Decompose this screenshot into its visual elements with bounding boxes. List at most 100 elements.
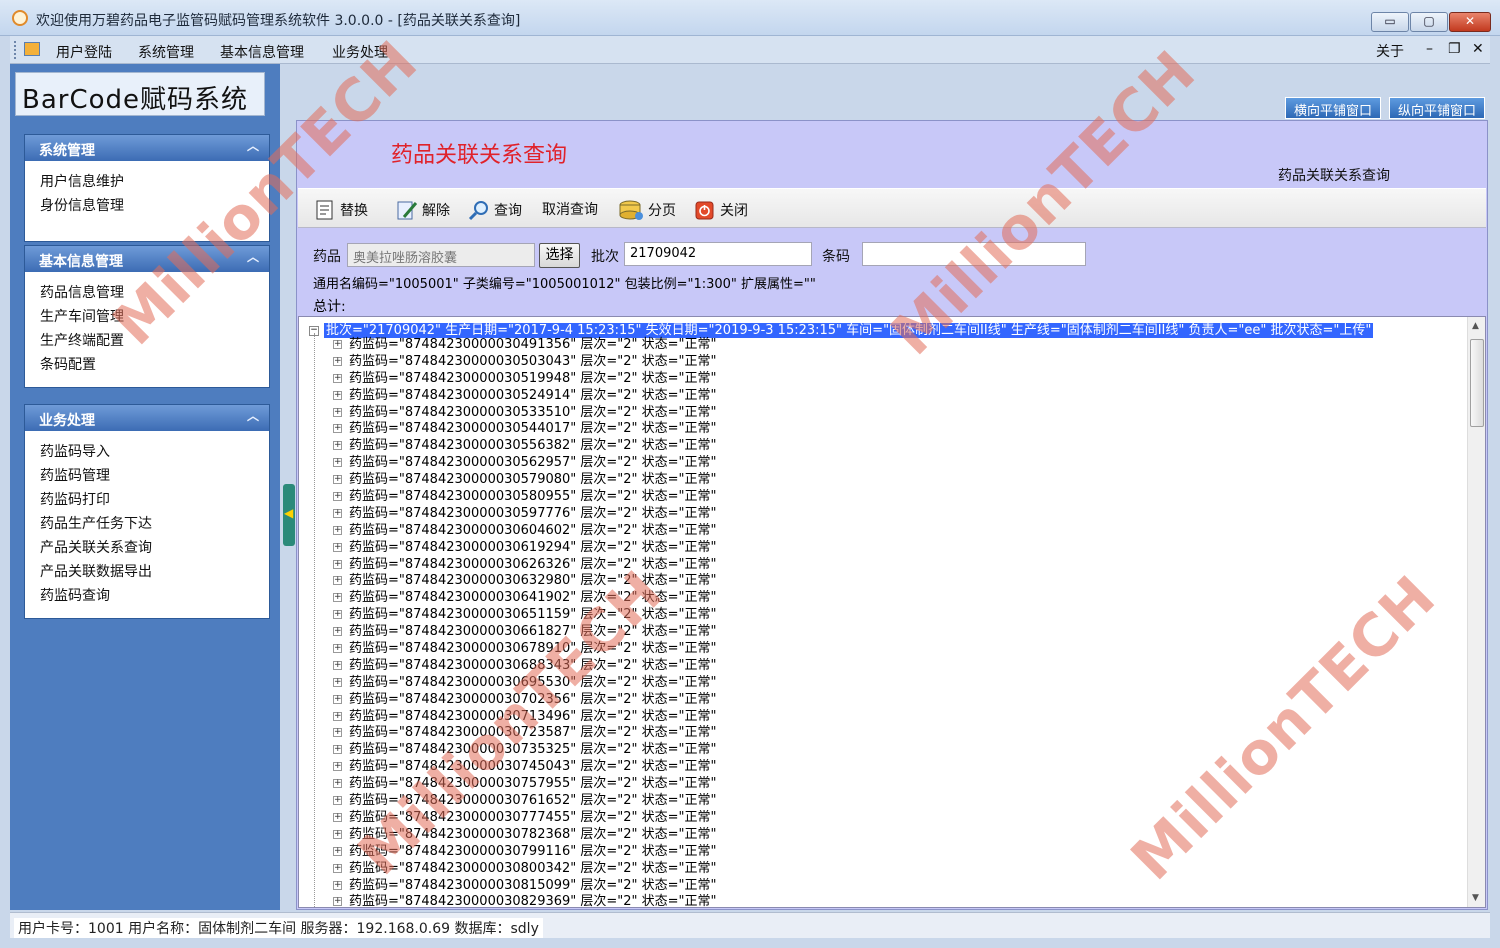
tree-node[interactable]: + 药监码="87484230000030761652" 层次="2" 状态="正… [333,792,1453,809]
mdi-window-icon[interactable] [24,42,40,56]
nav-item-drug-info[interactable]: 药品信息管理 [25,279,269,303]
scroll-down-icon[interactable]: ▼ [1472,893,1479,903]
menu-basic-info[interactable]: 基本信息管理 [220,42,304,62]
expand-icon[interactable]: + [333,356,342,366]
tree-node-label[interactable]: 药监码="87484230000030632980" 层次="2" 状态="正常… [349,573,717,588]
tile-vertical-button[interactable]: 纵向平铺窗口 [1389,97,1486,119]
tree-node-label[interactable]: 药监码="87484230000030800342" 层次="2" 状态="正常… [349,861,717,876]
tree-node-label[interactable]: 药监码="87484230000030651159" 层次="2" 状态="正常… [349,607,717,622]
nav-group-header[interactable]: 系统管理 ︿ [25,135,269,161]
nav-item-workshop[interactable]: 生产车间管理 [25,303,269,327]
cancel-query-button[interactable]: 取消查询 [542,199,598,221]
expand-icon[interactable]: + [333,796,342,806]
nav-item-relation-query[interactable]: 产品关联关系查询 [25,534,269,558]
menu-about[interactable]: 关于 [1376,41,1404,61]
expand-icon[interactable]: + [333,542,342,552]
expand-icon[interactable]: + [333,660,342,670]
close-window-button[interactable]: ✕ [1449,12,1491,32]
tree-node[interactable]: + 药监码="87484230000030503043" 层次="2" 状态="正… [333,353,1453,370]
tree-node[interactable]: + 药监码="87484230000030651159" 层次="2" 状态="正… [333,606,1453,623]
expand-icon[interactable]: + [333,897,342,907]
tree-node[interactable]: + 药监码="87484230000030723587" 层次="2" 状态="正… [333,724,1453,741]
relation-tree[interactable]: − 批次="21709042" 生产日期="2017-9-4 15:23:15" … [298,316,1486,908]
expand-icon[interactable]: + [333,475,342,485]
tree-node[interactable]: + 药监码="87484230000030661827" 层次="2" 状态="正… [333,623,1453,640]
expand-icon[interactable]: + [333,745,342,755]
expand-icon[interactable]: + [333,390,342,400]
paging-button[interactable]: 分页 [618,199,676,221]
expand-icon[interactable]: + [333,559,342,569]
tree-node-label[interactable]: 药监码="87484230000030777455" 层次="2" 状态="正常… [349,810,717,825]
nav-item-code-management[interactable]: 药监码管理 [25,462,269,486]
nav-item-terminal-config[interactable]: 生产终端配置 [25,327,269,351]
tree-node[interactable]: + 药监码="87484230000030597776" 层次="2" 状态="正… [333,505,1453,522]
panel-splitter[interactable]: ◀ [283,484,295,546]
tree-node[interactable]: + 药监码="87484230000030799116" 层次="2" 状态="正… [333,843,1453,860]
expand-icon[interactable]: + [333,610,342,620]
tree-node-label[interactable]: 药监码="87484230000030524914" 层次="2" 状态="正常… [349,388,717,403]
menu-business[interactable]: 业务处理 [332,42,388,62]
tree-node-label[interactable]: 药监码="87484230000030519948" 层次="2" 状态="正常… [349,371,717,386]
tree-node-label[interactable]: 药监码="87484230000030723587" 层次="2" 状态="正常… [349,725,717,740]
maximize-button[interactable]: ▢ [1410,12,1448,32]
expand-icon[interactable]: + [333,863,342,873]
expand-icon[interactable]: + [333,407,342,417]
scrollbar-thumb[interactable] [1470,339,1484,427]
tree-node[interactable]: + 药监码="87484230000030580955" 层次="2" 状态="正… [333,488,1453,505]
tree-node[interactable]: + 药监码="87484230000030619294" 层次="2" 状态="正… [333,539,1453,556]
tree-node[interactable]: + 药监码="87484230000030579080" 层次="2" 状态="正… [333,471,1453,488]
nav-item-code-query[interactable]: 药监码查询 [25,582,269,606]
tree-node[interactable]: + 药监码="87484230000030562957" 层次="2" 状态="正… [333,454,1453,471]
tree-node[interactable]: + 药监码="87484230000030777455" 层次="2" 状态="正… [333,809,1453,826]
tree-node-label[interactable]: 药监码="87484230000030619294" 层次="2" 状态="正常… [349,540,717,555]
expand-icon[interactable]: + [333,728,342,738]
tree-node-label[interactable]: 药监码="87484230000030702356" 层次="2" 状态="正常… [349,692,717,707]
nav-group-header[interactable]: 基本信息管理 ︿ [25,246,269,272]
tree-node[interactable]: + 药监码="87484230000030533510" 层次="2" 状态="正… [333,404,1453,421]
nav-group-header[interactable]: 业务处理 ︿ [25,405,269,431]
collapse-icon[interactable]: − [309,325,319,336]
vertical-scrollbar[interactable]: ▲ ▼ [1467,317,1485,907]
expand-icon[interactable]: + [333,779,342,789]
tree-node[interactable]: + 药监码="87484230000030829369" 层次="2" 状态="正… [333,893,1453,907]
tree-node-label[interactable]: 药监码="87484230000030745043" 层次="2" 状态="正常… [349,759,717,774]
expand-icon[interactable]: + [333,880,342,890]
mdi-close-button[interactable]: ✕ [1472,41,1484,57]
tree-node[interactable]: + 药监码="87484230000030626326" 层次="2" 状态="正… [333,556,1453,573]
tree-node-label[interactable]: 药监码="87484230000030641902" 层次="2" 状态="正常… [349,590,717,605]
tree-node[interactable]: + 药监码="87484230000030632980" 层次="2" 状态="正… [333,572,1453,589]
tree-node[interactable]: + 药监码="87484230000030678910" 层次="2" 状态="正… [333,640,1453,657]
tree-node-label[interactable]: 药监码="87484230000030556382" 层次="2" 状态="正常… [349,438,717,453]
tree-node-label[interactable]: 药监码="87484230000030815099" 层次="2" 状态="正常… [349,878,717,893]
expand-icon[interactable]: + [333,424,342,434]
tree-node-label[interactable]: 药监码="87484230000030688343" 层次="2" 状态="正常… [349,658,717,673]
tree-node[interactable]: + 药监码="87484230000030556382" 层次="2" 状态="正… [333,437,1453,454]
tree-node-label[interactable]: 药监码="87484230000030761652" 层次="2" 状态="正常… [349,793,717,808]
menu-user-login[interactable]: 用户登陆 [56,42,112,62]
nav-item-user-maintenance[interactable]: 用户信息维护 [25,168,269,192]
expand-icon[interactable]: + [333,627,342,637]
expand-icon[interactable]: + [333,593,342,603]
minimize-button[interactable]: ▭ [1371,12,1409,32]
tree-node-label[interactable]: 药监码="87484230000030782368" 层次="2" 状态="正常… [349,827,717,842]
tree-node-label[interactable]: 药监码="87484230000030799116" 层次="2" 状态="正常… [349,844,717,859]
tree-node-label[interactable]: 药监码="87484230000030626326" 层次="2" 状态="正常… [349,557,717,572]
tree-node-label[interactable]: 药监码="87484230000030695530" 层次="2" 状态="正常… [349,675,717,690]
collapse-arrow-icon[interactable]: ◀ [284,506,293,520]
nav-item-production-task[interactable]: 药品生产任务下达 [25,510,269,534]
expand-icon[interactable]: + [333,829,342,839]
expand-icon[interactable]: + [333,441,342,451]
expand-icon[interactable]: + [333,694,342,704]
tree-node[interactable]: + 药监码="87484230000030544017" 层次="2" 状态="正… [333,420,1453,437]
expand-icon[interactable]: + [333,373,342,383]
expand-icon[interactable]: + [333,677,342,687]
chevron-up-icon[interactable]: ︿ [247,248,259,265]
chevron-up-icon[interactable]: ︿ [247,137,259,154]
tree-node-label[interactable]: 药监码="87484230000030735325" 层次="2" 状态="正常… [349,742,717,757]
expand-icon[interactable]: + [333,711,342,721]
expand-icon[interactable]: + [333,492,342,502]
tree-node[interactable]: + 药监码="87484230000030702356" 层次="2" 状态="正… [333,691,1453,708]
batch-field[interactable]: 21709042 [624,242,812,266]
query-button[interactable]: 查询 [468,199,522,221]
close-button[interactable]: 关闭 [694,199,748,221]
